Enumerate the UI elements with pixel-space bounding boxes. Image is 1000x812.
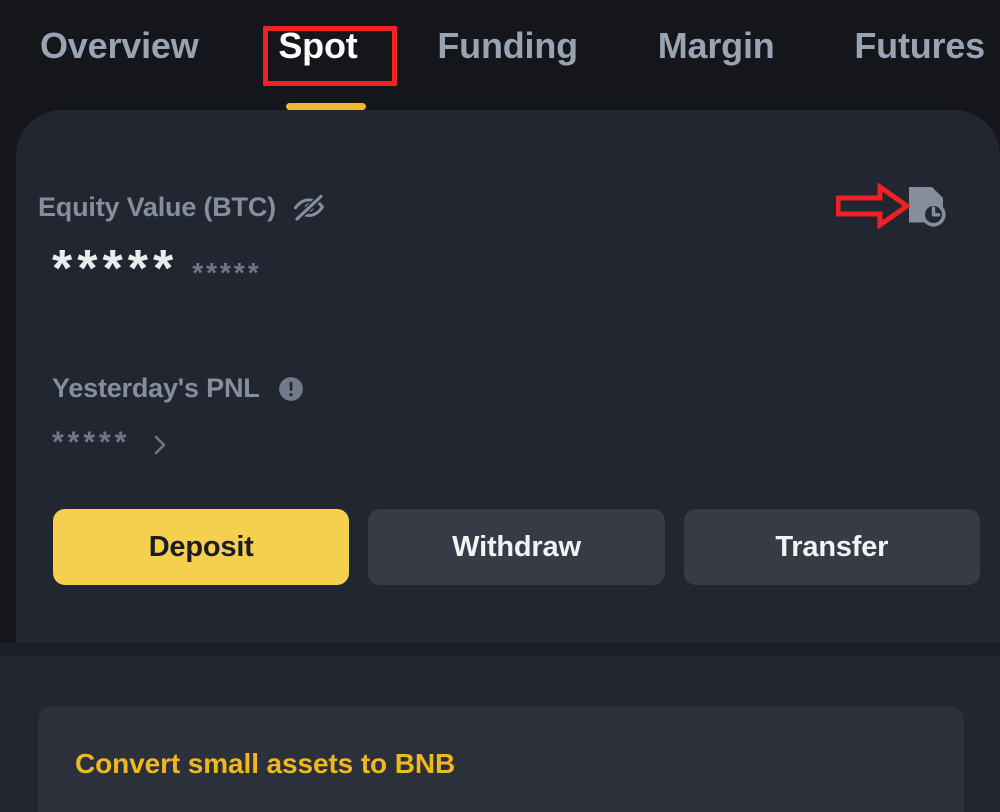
- equity-value-major: *****: [52, 240, 179, 298]
- section-divider: [0, 643, 1000, 656]
- chevron-right-icon[interactable]: [152, 434, 168, 456]
- pnl-header-row: Yesterday's PNL: [52, 373, 304, 404]
- equity-value-masked: ***** *****: [52, 243, 262, 295]
- equity-value-label: Equity Value (BTC): [38, 191, 276, 222]
- balance-card: Equity Value (BTC) ***** ***** Yesterday…: [16, 110, 1000, 644]
- tab-overview[interactable]: Overview: [40, 23, 199, 69]
- tab-spot[interactable]: Spot: [278, 23, 357, 69]
- pnl-value-row[interactable]: *****: [52, 428, 168, 458]
- pnl-value-masked: *****: [52, 426, 131, 459]
- tab-list: Overview Spot Funding Margin Futures: [40, 0, 985, 92]
- equity-value-minor: *****: [192, 257, 262, 288]
- eye-off-icon[interactable]: [292, 190, 326, 224]
- active-tab-indicator: [286, 103, 366, 110]
- tab-margin[interactable]: Margin: [658, 23, 775, 69]
- transfer-button[interactable]: Transfer: [683, 509, 980, 585]
- info-circle-icon[interactable]: [278, 376, 304, 402]
- equity-header-row: Equity Value (BTC): [38, 182, 978, 232]
- convert-small-assets-card[interactable]: Convert small assets to BNB: [38, 706, 964, 812]
- withdraw-button[interactable]: Withdraw: [368, 509, 665, 585]
- convert-small-assets-label: Convert small assets to BNB: [75, 748, 456, 779]
- transaction-history-icon[interactable]: [905, 184, 949, 230]
- deposit-button[interactable]: Deposit: [53, 509, 350, 585]
- tab-futures[interactable]: Futures: [854, 23, 985, 69]
- account-type-tabbar: Overview Spot Funding Margin Futures: [0, 0, 1000, 110]
- wallet-spot-screen: Overview Spot Funding Margin Futures Equ…: [0, 0, 1000, 812]
- wallet-action-buttons: Deposit Withdraw Transfer: [53, 509, 980, 585]
- tab-funding[interactable]: Funding: [437, 23, 578, 69]
- pnl-label: Yesterday's PNL: [52, 373, 260, 403]
